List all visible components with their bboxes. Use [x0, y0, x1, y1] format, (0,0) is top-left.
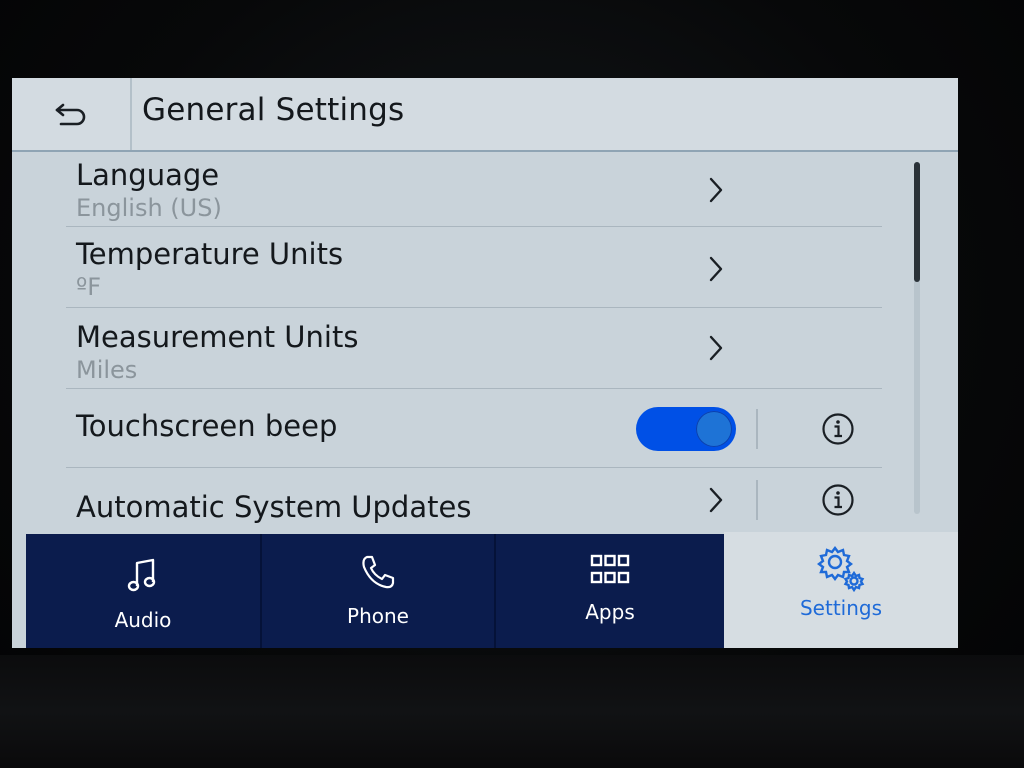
- setting-value-measurement-units: Miles: [76, 356, 138, 384]
- row-divider: [756, 480, 758, 520]
- setting-label-automatic-system-updates: Automatic System Updates: [76, 490, 472, 524]
- tab-apps[interactable]: Apps: [496, 534, 724, 648]
- tab-audio[interactable]: Audio: [26, 534, 260, 648]
- setting-row-temperature-units[interactable]: Temperature Units ºF: [66, 227, 882, 308]
- row-divider: [756, 409, 758, 449]
- gear-icon: [817, 546, 865, 592]
- tab-label-audio: Audio: [114, 608, 172, 632]
- system-updates-info-icon[interactable]: [821, 483, 855, 517]
- setting-label-measurement-units: Measurement Units: [76, 320, 359, 354]
- music-note-icon: [127, 558, 156, 592]
- touchscreen-beep-info-icon[interactable]: [821, 412, 855, 446]
- phone-icon: [362, 555, 395, 589]
- header-bar: General Settings: [12, 78, 958, 152]
- scrollbar-thumb[interactable]: [914, 162, 920, 282]
- screen: General Settings Language English (US) T…: [12, 78, 958, 648]
- back-arrow-icon: [55, 103, 86, 126]
- language-chevron-right-icon[interactable]: [701, 170, 731, 210]
- setting-row-touchscreen-beep: Touchscreen beep: [66, 389, 882, 468]
- bottom-nav-bar: Audio Phone Apps Settings: [26, 532, 958, 648]
- setting-value-language: English (US): [76, 194, 222, 222]
- tab-phone[interactable]: Phone: [262, 534, 494, 648]
- tab-label-apps: Apps: [585, 600, 635, 624]
- system-updates-chevron-right-icon[interactable]: [701, 480, 731, 520]
- toggle-knob: [696, 411, 732, 447]
- setting-label-temperature-units: Temperature Units: [76, 237, 344, 271]
- device-bezel-lower: [0, 655, 1024, 768]
- measurement-chevron-right-icon[interactable]: [701, 328, 731, 368]
- tab-label-settings: Settings: [799, 596, 883, 620]
- setting-row-measurement-units[interactable]: Measurement Units Miles: [66, 308, 882, 389]
- setting-label-language: Language: [76, 158, 220, 192]
- apps-grid-icon: [590, 554, 630, 584]
- tab-label-phone: Phone: [347, 604, 409, 628]
- scrollbar[interactable]: [914, 162, 920, 514]
- touchscreen-beep-toggle[interactable]: [636, 407, 736, 451]
- page-title: General Settings: [142, 92, 405, 128]
- temperature-chevron-right-icon[interactable]: [701, 249, 731, 289]
- setting-label-touchscreen-beep: Touchscreen beep: [76, 409, 338, 443]
- tab-settings[interactable]: Settings: [724, 532, 958, 648]
- back-button[interactable]: [12, 78, 132, 150]
- setting-value-temperature-units: ºF: [76, 273, 102, 301]
- setting-row-language[interactable]: Language English (US): [66, 152, 882, 227]
